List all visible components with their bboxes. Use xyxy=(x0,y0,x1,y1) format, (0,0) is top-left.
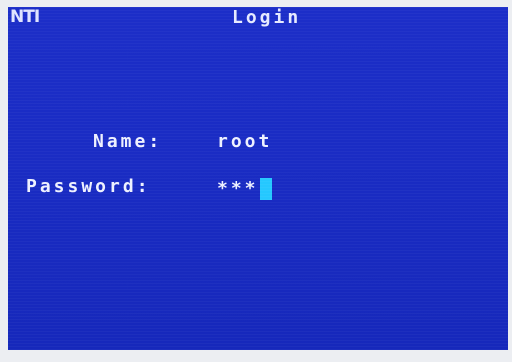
name-label: Name: xyxy=(93,131,163,152)
text-cursor xyxy=(259,178,272,200)
monitor-bezel: NTI Login Name: root Password: *** xyxy=(0,0,512,362)
page-title: Login xyxy=(232,7,302,28)
password-label: Password: xyxy=(26,176,151,197)
name-field[interactable]: root xyxy=(217,133,272,151)
nti-logo: NTI xyxy=(10,7,40,27)
password-field[interactable]: *** xyxy=(217,178,272,200)
password-masked-text: *** xyxy=(217,178,259,199)
login-screen: NTI Login Name: root Password: *** xyxy=(8,7,508,350)
